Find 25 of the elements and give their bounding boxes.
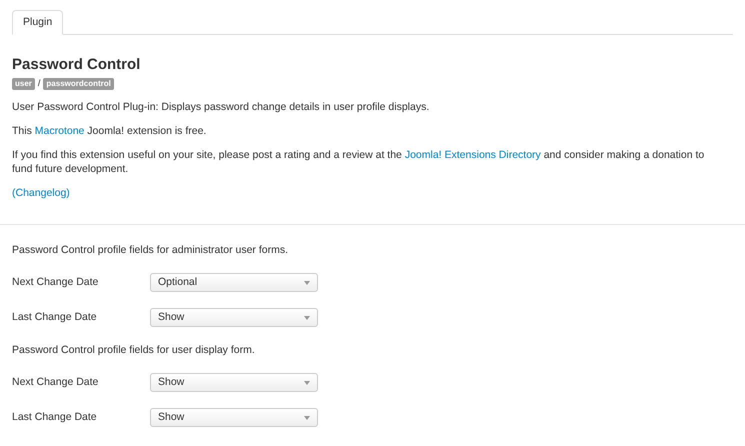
tab[interactable]: Plugin	[12, 10, 64, 35]
select-field[interactable]: Show	[150, 408, 318, 427]
section-text: Password Control profile fields for user display form.	[12, 342, 256, 356]
separator: /	[38, 77, 40, 90]
caret-icon	[304, 380, 310, 384]
field-label: Last Change Date	[12, 410, 98, 425]
page-title: Password Control	[12, 55, 142, 75]
caret-icon	[304, 280, 310, 284]
select-field[interactable]: Optional	[150, 273, 318, 292]
field-label: Next Change Date	[12, 374, 100, 390]
description-text: If you find this extension useful on your site, please post a rating and a review at the Joomla! Extensions Directory and consider making a donation to fund future development.	[12, 148, 706, 176]
section-text: Password Control profile fields for administrator user forms.	[12, 242, 290, 256]
text-link[interactable]: Macrotone	[34, 124, 84, 136]
description-text: This Macrotone Joomla! extension is free.	[12, 124, 208, 138]
description-text: User Password Control Plug-in: Displays password change details in user profile displays.	[12, 100, 430, 114]
field-label: Last Change Date	[12, 310, 98, 325]
tag-label: user	[12, 78, 35, 90]
caret-icon	[304, 416, 310, 420]
text-link[interactable]: (Changelog)	[12, 186, 70, 198]
select-field[interactable]: Show	[150, 373, 318, 392]
tag-label: passwordcontrol	[43, 78, 114, 90]
select-field[interactable]: Show	[150, 308, 318, 327]
caret-icon	[304, 316, 310, 320]
text-link[interactable]: Joomla! Extensions Directory	[404, 148, 541, 160]
field-label: Next Change Date	[12, 274, 100, 290]
